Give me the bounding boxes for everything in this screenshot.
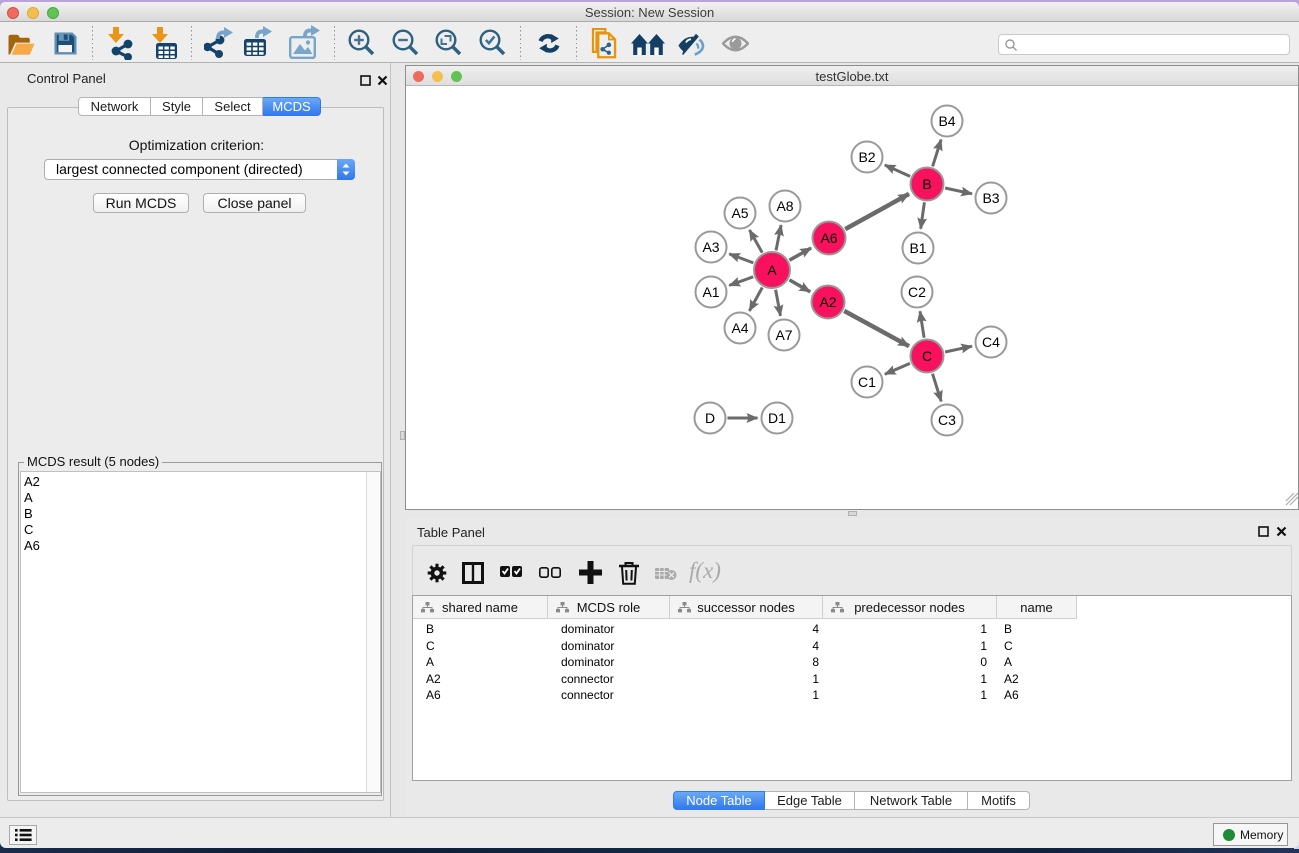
svg-text:A5: A5 [731,205,748,221]
svg-text:C4: C4 [982,334,1000,350]
svg-text:C2: C2 [908,284,926,300]
svg-text:B2: B2 [858,149,875,165]
svg-text:A2: A2 [819,294,836,310]
svg-text:B4: B4 [938,113,955,129]
svg-text:A6: A6 [820,230,837,246]
svg-text:A4: A4 [731,320,748,336]
svg-text:C: C [922,348,932,364]
svg-text:C3: C3 [938,412,956,428]
svg-text:A1: A1 [702,284,719,300]
svg-text:A7: A7 [775,327,792,343]
svg-text:D: D [705,410,715,426]
svg-text:B1: B1 [909,240,926,256]
svg-text:D1: D1 [768,410,786,426]
svg-text:C1: C1 [858,374,876,390]
svg-text:B3: B3 [982,190,999,206]
svg-text:A8: A8 [776,198,793,214]
svg-text:A3: A3 [702,239,719,255]
svg-text:B: B [922,176,931,192]
svg-text:A: A [767,262,777,278]
